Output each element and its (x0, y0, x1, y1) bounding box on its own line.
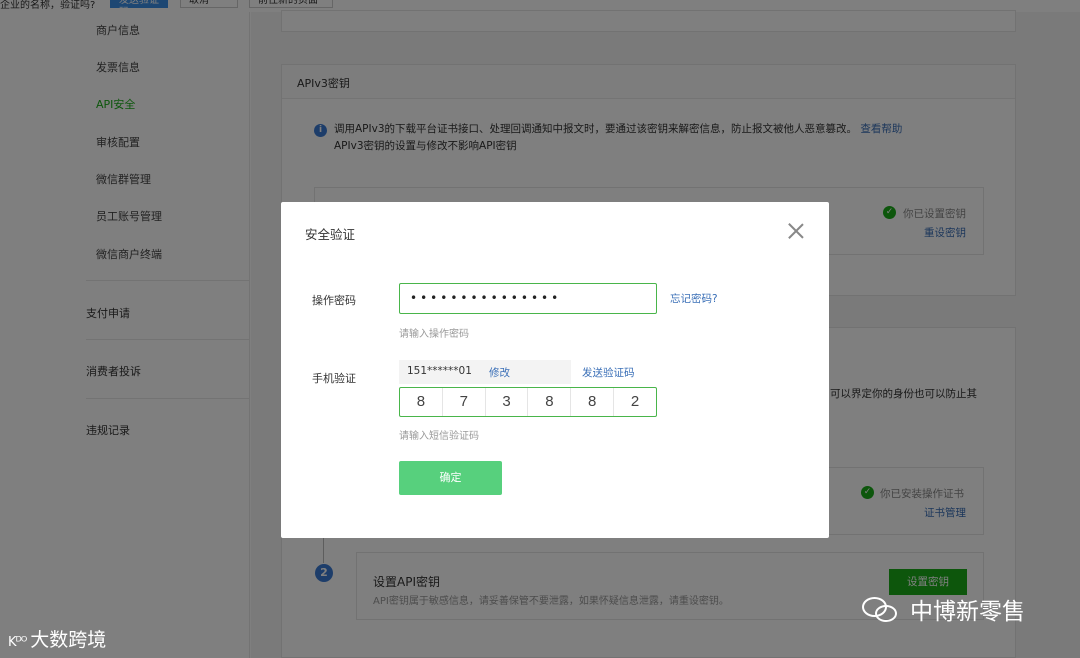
watermark-right-text: 中博新零售 (910, 599, 1025, 625)
phone-label: 手机验证 (312, 372, 356, 385)
password-input[interactable]: ••••••••••••••• (399, 283, 657, 314)
watermark-left-text: 大数跨境 (30, 629, 107, 651)
code-digit[interactable]: 2 (614, 388, 656, 416)
phone-edit-link[interactable]: 修改 (489, 365, 510, 380)
code-digit[interactable]: 8 (528, 388, 572, 416)
confirm-button[interactable]: 确定 (399, 461, 502, 495)
phone-display: 151******01 修改 (399, 360, 571, 384)
password-label: 操作密码 (312, 294, 356, 307)
security-verify-modal: 安全验证 操作密码 ••••••••••••••• 忘记密码? 请输入操作密码 … (281, 202, 829, 538)
dashuju-logo: Kᴰᴼ (8, 635, 27, 650)
code-digit[interactable]: 7 (443, 388, 486, 416)
code-digit[interactable]: 8 (571, 388, 615, 416)
password-hint: 请输入操作密码 (399, 329, 469, 340)
page: 企业的名称，验证吗? 发送验证码 取消 前往新的页面 商户信息 发票信息 API… (0, 0, 1080, 658)
close-icon[interactable] (787, 222, 805, 240)
send-code-link[interactable]: 发送验证码 (582, 365, 635, 380)
code-digit[interactable]: 3 (486, 388, 529, 416)
sms-code-input[interactable]: 8 7 3 8 8 2 (399, 387, 657, 417)
watermark-left: Kᴰᴼ 大数跨境 (8, 625, 106, 652)
wechat-icon (862, 595, 900, 623)
code-digit[interactable]: 8 (400, 388, 443, 416)
watermark-right: 中博新零售 (862, 592, 1025, 626)
modal-title: 安全验证 (305, 227, 356, 242)
phone-number: 151******01 (407, 365, 472, 377)
code-hint: 请输入短信验证码 (399, 431, 479, 442)
forgot-password-link[interactable]: 忘记密码? (670, 291, 718, 306)
